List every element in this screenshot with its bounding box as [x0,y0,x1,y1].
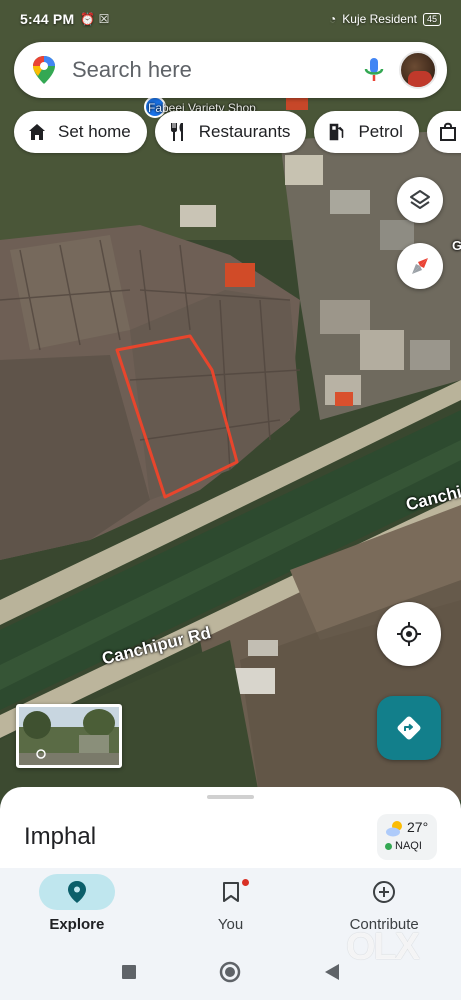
shopping-bag-icon [437,121,459,143]
street-view-thumbnail[interactable] [16,704,122,768]
street-view-image [19,707,119,765]
category-chips: Set home Restaurants Petrol [14,111,461,153]
nav-you[interactable]: You [154,868,308,948]
directions-icon [397,716,421,740]
back-triangle-icon[interactable] [324,963,340,981]
status-right-group: ◔ Kuje Resident 45 [329,12,441,26]
aqi-status-dot [385,842,392,850]
weather-widget[interactable]: 27° NAQI [377,814,437,860]
my-location-button[interactable] [377,602,441,666]
nav-pill [346,874,422,910]
microphone-icon[interactable] [363,56,385,84]
crosshair-icon [397,622,421,646]
olx-watermark-logo: OLX [346,926,420,968]
nav-explore[interactable]: Explore [0,868,154,948]
chip-set-home[interactable]: Set home [14,111,147,153]
explore-pin-icon [67,881,86,903]
aqi-indicator: NAQI [385,840,422,852]
nav-label: Explore [49,916,105,933]
home-circle-icon[interactable] [219,961,241,983]
aqi-label: NAQI [395,840,422,852]
compass-icon [412,258,428,274]
map-edge-label: G [452,238,461,253]
notification-dot [241,879,249,886]
sheet-drag-handle[interactable] [207,795,254,799]
nav-pill [193,874,269,910]
maps-pin-logo-icon [33,56,55,84]
nav-label: You [217,916,244,933]
chip-petrol[interactable]: Petrol [314,111,419,153]
layers-icon [410,190,430,209]
status-carrier: Kuje Resident [342,12,417,26]
status-notification-icons: ⏰ ☒ [80,12,110,26]
chip-restaurants[interactable]: Restaurants [154,111,307,153]
chip-label: Set home [58,122,131,141]
search-input[interactable]: Search here [72,57,363,83]
nav-active-pill [38,874,115,910]
place-title: Imphal [24,823,97,850]
recents-square-icon[interactable] [121,964,137,980]
temperature-value: 27° [407,819,429,835]
partly-cloudy-icon [386,821,402,837]
compass-button[interactable] [397,243,443,289]
add-circle-icon [373,881,396,903]
home-icon [26,121,48,143]
directions-button[interactable] [377,696,441,760]
chip-label: Restaurants [198,122,291,141]
bookmark-icon [222,882,239,902]
fuel-icon [326,121,348,143]
battery-icon: 45 [422,12,441,26]
wifi-icon: ◔ [329,12,337,26]
status-time: 5:44 PM [20,11,75,27]
chip-shopping[interactable] [426,111,461,153]
layers-button[interactable] [397,177,443,223]
chip-label: Petrol [358,122,403,141]
search-bar[interactable]: Search here [14,42,447,98]
status-bar: 5:44 PM ⏰ ☒ ◔ Kuje Resident 45 [0,0,461,38]
cutlery-icon [167,121,189,143]
account-avatar[interactable] [399,51,437,89]
